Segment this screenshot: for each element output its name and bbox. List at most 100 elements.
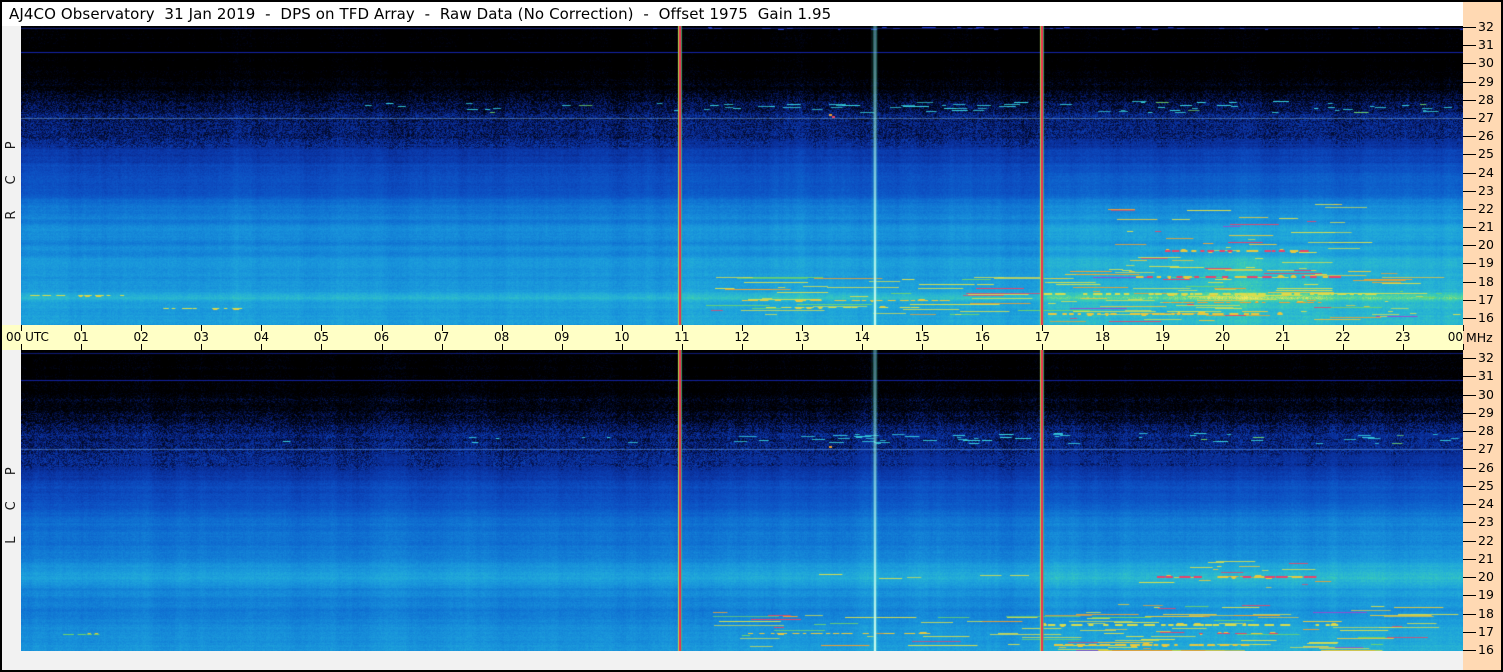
freq-label-lcp-30: 30 (1478, 387, 1494, 402)
freq-tick-lcp-30 (1463, 395, 1476, 396)
freq-label-rcp-18: 18 (1478, 274, 1494, 289)
freq-tick-lcp-16 (1463, 650, 1476, 651)
time-label-18: 18 (1094, 330, 1111, 344)
freq-tick-rcp-24 (1463, 173, 1476, 174)
freq-tick-lcp-27 (1463, 449, 1476, 450)
freq-tick-rcp-19 (1463, 263, 1476, 264)
freq-label-lcp-26: 26 (1478, 460, 1494, 475)
time-tick-bottom-12 (742, 344, 743, 350)
freq-label-rcp-25: 25 (1478, 146, 1494, 161)
time-label-05: 05 (313, 330, 330, 344)
freq-tick-rcp-29 (1463, 82, 1476, 83)
freq-tick-lcp-26 (1463, 468, 1476, 469)
freq-label-rcp-29: 29 (1478, 74, 1494, 89)
freq-label-rcp-32: 32 (1478, 19, 1494, 34)
time-tick-bottom-21 (1282, 344, 1284, 350)
freq-label-lcp-31: 31 (1478, 368, 1494, 383)
freq-label-lcp-32: 32 (1478, 350, 1494, 365)
time-tick-bottom-18 (1102, 344, 1104, 350)
mhz-unit-label: MHz (1466, 330, 1493, 345)
rcp-spectrogram (21, 26, 1463, 325)
time-label-07: 07 (433, 330, 450, 344)
time-label-06: 06 (373, 330, 390, 344)
time-tick-bottom-05 (321, 344, 323, 350)
freq-tick-rcp-25 (1463, 154, 1476, 155)
rcp-axis-label: R C P (4, 130, 19, 220)
freq-label-lcp-24: 24 (1478, 496, 1494, 511)
freq-label-rcp-28: 28 (1478, 92, 1494, 107)
freq-tick-rcp-26 (1463, 136, 1476, 137)
time-label-12: 12 (734, 330, 750, 344)
lcp-axis-label: L C P (4, 456, 19, 544)
time-tick-bottom-07 (441, 344, 443, 350)
time-label-15: 15 (914, 330, 930, 344)
freq-label-rcp-31: 31 (1478, 37, 1494, 52)
time-tick-bottom-08 (501, 344, 503, 350)
freq-label-lcp-27: 27 (1478, 441, 1494, 456)
freq-tick-lcp-32 (1463, 358, 1476, 359)
time-tick-bottom-04 (261, 344, 263, 350)
time-tick-bottom-03 (201, 344, 203, 350)
time-label-14: 14 (854, 330, 870, 344)
freq-tick-rcp-16 (1463, 318, 1476, 319)
freq-tick-rcp-22 (1463, 209, 1476, 210)
freq-label-rcp-20: 20 (1478, 237, 1494, 252)
time-label-03: 03 (193, 330, 209, 344)
freq-tick-lcp-19 (1463, 595, 1476, 596)
freq-label-lcp-18: 18 (1478, 606, 1494, 621)
time-label-13: 13 (794, 330, 810, 344)
freq-tick-lcp-25 (1463, 486, 1476, 487)
lcp-spectrogram (21, 350, 1463, 651)
time-label-08: 08 (494, 330, 510, 344)
window-title: AJ4CO Observatory 31 Jan 2019 - DPS on T… (9, 5, 832, 23)
freq-label-rcp-23: 23 (1478, 183, 1494, 198)
freq-tick-rcp-21 (1463, 227, 1476, 228)
freq-tick-rcp-30 (1463, 63, 1476, 64)
freq-label-lcp-23: 23 (1478, 514, 1494, 529)
freq-tick-lcp-31 (1463, 376, 1476, 377)
time-tick-bottom-10 (621, 344, 623, 350)
freq-label-rcp-24: 24 (1478, 165, 1494, 180)
bottom-margin (2, 651, 1463, 670)
freq-tick-lcp-22 (1463, 541, 1476, 542)
time-label-23: 23 (1395, 330, 1411, 344)
freq-tick-rcp-31 (1463, 45, 1476, 46)
freq-label-lcp-21: 21 (1478, 551, 1494, 566)
time-label-02: 02 (133, 330, 149, 344)
time-tick-bottom-00 (21, 344, 22, 350)
freq-tick-lcp-23 (1463, 522, 1476, 523)
freq-tick-lcp-24 (1463, 504, 1476, 505)
freq-label-rcp-16: 16 (1478, 310, 1494, 325)
freq-tick-lcp-21 (1463, 559, 1476, 560)
freq-tick-lcp-29 (1463, 413, 1476, 414)
freq-label-lcp-16: 16 (1478, 642, 1494, 657)
time-tick-top-00 (1463, 325, 1464, 331)
time-tick-bottom-06 (381, 344, 383, 350)
freq-label-rcp-21: 21 (1478, 219, 1494, 234)
time-label-00-utc: 00 UTC (6, 330, 49, 344)
time-tick-bottom-15 (922, 344, 924, 350)
time-tick-bottom-11 (681, 344, 683, 350)
time-tick-bottom-09 (561, 344, 563, 350)
time-label-09: 09 (554, 330, 570, 344)
time-label-04: 04 (253, 330, 269, 344)
freq-tick-rcp-23 (1463, 191, 1476, 192)
freq-label-rcp-26: 26 (1478, 128, 1494, 143)
time-axis: 00 UTC 01 02 03 04 05 06 07 08 09 10 11 12 13 14 15 16 17… (2, 325, 1464, 350)
time-tick-bottom-16 (982, 344, 984, 350)
time-tick-bottom-02 (141, 344, 143, 350)
freq-label-rcp-22: 22 (1478, 201, 1494, 216)
time-label-20: 20 (1215, 330, 1231, 344)
freq-tick-lcp-18 (1463, 614, 1476, 615)
time-tick-bottom-23 (1402, 344, 1404, 350)
freq-tick-lcp-20 (1463, 577, 1476, 578)
time-tick-bottom-00 (1463, 344, 1464, 350)
time-tick-bottom-01 (81, 344, 83, 350)
time-tick-bottom-19 (1162, 344, 1164, 350)
freq-tick-rcp-27 (1463, 118, 1476, 119)
time-tick-bottom-22 (1342, 344, 1344, 350)
time-label-11: 11 (674, 330, 690, 344)
freq-label-lcp-20: 20 (1478, 569, 1494, 584)
freq-tick-rcp-18 (1463, 282, 1476, 283)
freq-label-rcp-19: 19 (1478, 255, 1494, 270)
